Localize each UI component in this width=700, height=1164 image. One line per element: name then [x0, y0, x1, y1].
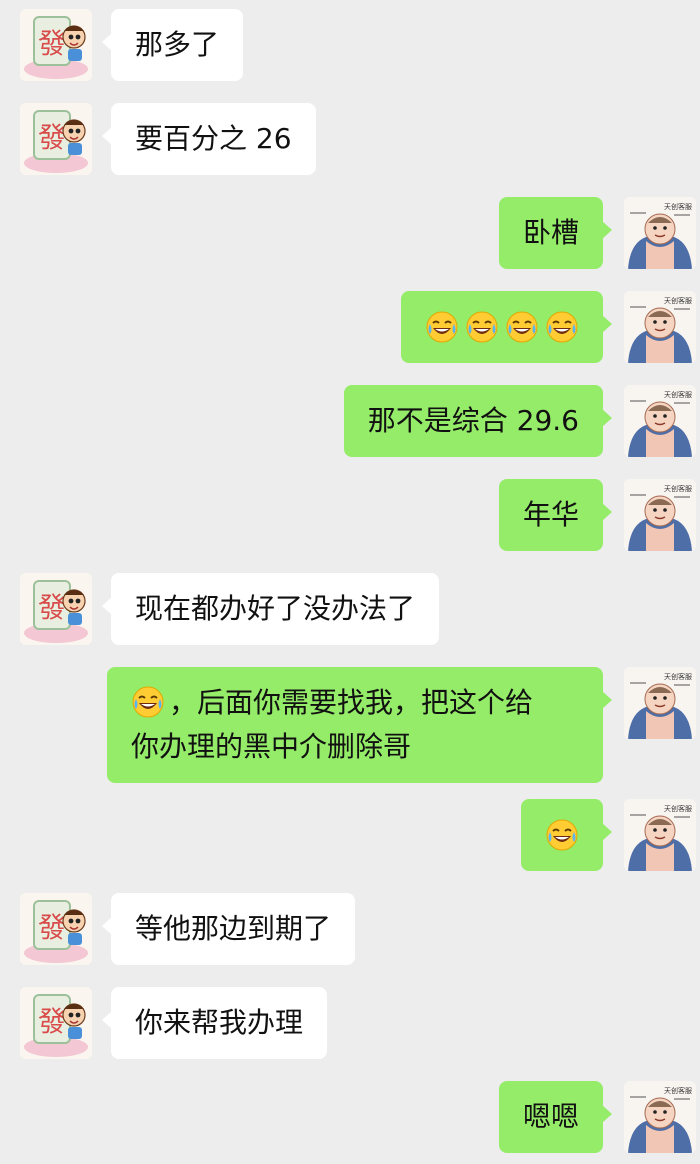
self-avatar[interactable] [624, 667, 696, 739]
message-bubble[interactable]: 要百分之 26 [102, 103, 316, 175]
message-bubble[interactable]: 卧槽 [498, 197, 613, 269]
self-avatar[interactable] [624, 1081, 696, 1153]
mahjong-fa-tile-avatar-icon [20, 103, 92, 175]
message-text: 那多了 [135, 28, 220, 61]
message-text: 卧槽 [522, 216, 579, 249]
mahjong-fa-tile-avatar-icon [20, 987, 92, 1059]
message-text: 要百分之 26 [135, 122, 292, 155]
self-avatar[interactable] [624, 799, 696, 871]
self-avatar[interactable] [624, 385, 696, 457]
emoji-group [545, 813, 579, 857]
message-text: 现在都办好了没办法了 [135, 592, 416, 625]
contact-avatar[interactable] [20, 987, 92, 1059]
message-bubble[interactable]: ，后面你需要找我，把这个给 你办理的黑中介删除哥 [107, 667, 612, 783]
message-text: 你来帮我办理 [135, 1006, 304, 1039]
laugh-cry-emoji-icon [465, 310, 499, 344]
message-bubble[interactable]: 等他那边到期了 [101, 893, 356, 965]
cartoon-man-avatar-icon [624, 385, 696, 457]
laugh-cry-emoji-icon [131, 685, 165, 719]
cartoon-man-avatar-icon [624, 197, 696, 269]
message-text: ，后面你需要找我，把这个给 [169, 686, 534, 719]
message-bubble[interactable]: 你来帮我办理 [101, 987, 328, 1059]
message-text: 嗯嗯 [522, 1100, 579, 1133]
contact-avatar[interactable] [20, 573, 92, 645]
message-bubble[interactable]: 现在都办好了没办法了 [101, 573, 440, 645]
contact-avatar[interactable] [20, 893, 92, 965]
message-text: 年华 [522, 498, 579, 531]
message-bubble[interactable]: 那多了 [101, 9, 244, 81]
message-line: ，后面你需要找我，把这个给 [131, 681, 579, 725]
message-line: 你办理的黑中介删除哥 [131, 725, 579, 769]
mahjong-fa-tile-avatar-icon [20, 573, 92, 645]
message-bubble[interactable]: 年华 [498, 479, 613, 551]
message-bubble[interactable]: 那不是综合 29.6 [343, 385, 613, 457]
mahjong-fa-tile-avatar-icon [20, 9, 92, 81]
contact-avatar[interactable] [20, 9, 92, 81]
message-bubble[interactable] [521, 799, 612, 871]
message-text: 你办理的黑中介删除哥 [131, 730, 412, 763]
laugh-cry-emoji-icon [425, 310, 459, 344]
mahjong-fa-tile-avatar-icon [20, 893, 92, 965]
laugh-cry-emoji-icon [545, 310, 579, 344]
message-bubble[interactable]: 嗯嗯 [498, 1081, 613, 1153]
self-avatar[interactable] [624, 479, 696, 551]
self-avatar[interactable] [624, 197, 696, 269]
cartoon-man-avatar-icon [624, 667, 696, 739]
chat-message-list[interactable]: 那多了 要百分之 26 卧槽 那不是综合 29.6 年华 现在都办好了没办法了 … [0, 0, 700, 1164]
message-text: 等他那边到期了 [135, 912, 332, 945]
laugh-cry-emoji-icon [505, 310, 539, 344]
message-bubble[interactable] [401, 291, 612, 363]
cartoon-man-avatar-icon [624, 479, 696, 551]
emoji-group [425, 305, 579, 349]
cartoon-man-avatar-icon [624, 799, 696, 871]
self-avatar[interactable] [624, 291, 696, 363]
contact-avatar[interactable] [20, 103, 92, 175]
cartoon-man-avatar-icon [624, 291, 696, 363]
laugh-cry-emoji-icon [545, 818, 579, 852]
message-text: 那不是综合 29.6 [367, 404, 579, 437]
cartoon-man-avatar-icon [624, 1081, 696, 1153]
